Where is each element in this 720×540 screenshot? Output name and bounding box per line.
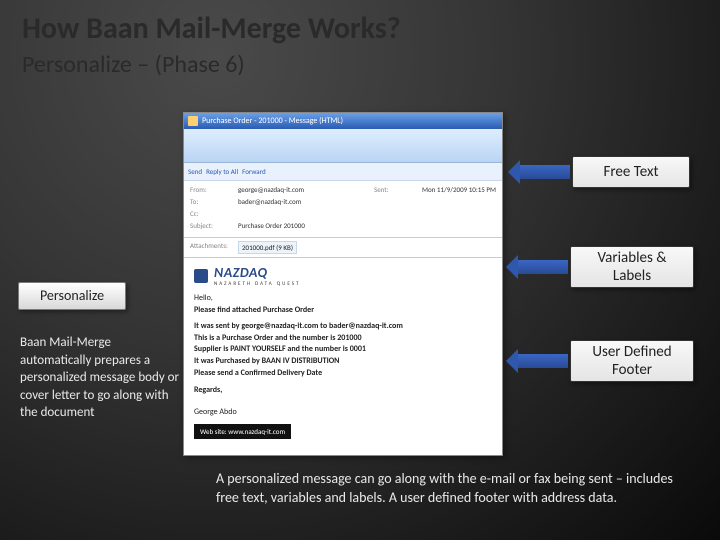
to-value: bader@nazdaq-it.com [238,197,301,206]
app-icon [188,116,198,126]
sent-label: Sent: [374,185,416,194]
slide-title: How Baan Mail-Merge Works? [22,10,401,47]
msg-regards: Regards, [194,385,492,397]
logo-subtext: NAZARETH DATA QUEST [214,281,300,287]
msg-line-2: It was sent by george@nazdaq-it.com to b… [194,321,492,333]
sent-value: Mon 11/9/2009 10:15 PM [422,185,496,194]
logo-icon [194,269,208,283]
logo-text: NAZDAQ [214,264,300,281]
from-label: From: [190,185,232,194]
msg-signature: George Abdo [194,407,492,419]
callout-variables-labels: Variables & Labels [570,246,694,288]
to-label: To: [190,197,232,206]
msg-line-4: Supplier is PAINT YOURSELF and the numbe… [194,344,492,356]
attachment-file: 201000.pdf (9 KB) [238,241,297,254]
window-title: Purchase Order - 201000 - Message (HTML) [202,116,343,126]
slide-subtitle: Personalize – (Phase 6) [22,50,245,79]
toolbar-send: Send [188,167,202,176]
window-titlebar: Purchase Order - 201000 - Message (HTML) [184,113,502,129]
msg-line-1: Please find attached Purchase Order [194,305,492,317]
callout-user-defined-footer: User Defined Footer [570,340,694,382]
toolbar: Send Reply to All Forward [184,163,502,181]
arrow-variables-labels [518,260,568,274]
attachment-label: Attachments: [190,241,232,254]
msg-line-6: Please send a Confirmed Delivery Date [194,368,492,380]
message-body: NAZDAQ NAZARETH DATA QUEST Hello, Please… [184,258,502,445]
msg-line-3: This is a Purchase Order and the number … [194,333,492,345]
header-rows: From: george@nazdaq-it.com Sent: Mon 11/9/2… [184,181,502,237]
attachment-row: Attachments: 201000.pdf (9 KB) [184,237,502,258]
toolbar-reply-all: Reply to All [206,167,238,176]
email-screenshot: Purchase Order - 201000 - Message (HTML)… [183,112,503,456]
arrow-user-defined-footer [518,354,568,368]
arrow-free-text [520,165,570,179]
cc-label: Cc: [190,209,232,218]
callout-personalize: Personalize [18,282,126,310]
msg-line-5: It was Purchased by BAAN IV DISTRIBUTION [194,356,492,368]
left-description: Baan Mail-Merge automatically prepares a… [20,334,180,422]
user-footer-bar: Web site: www.nazdaq-it.com [194,424,291,439]
callout-free-text: Free Text [572,156,690,188]
from-value: george@nazdaq-it.com [238,185,304,194]
msg-hello: Hello, [194,293,492,305]
bottom-description: A personalized message can go along with… [216,470,686,508]
toolbar-forward: Forward [242,167,266,176]
ribbon-bar [184,129,502,163]
subject-label: Subject: [190,221,232,230]
subject-value: Purchase Order 201000 [238,221,305,230]
